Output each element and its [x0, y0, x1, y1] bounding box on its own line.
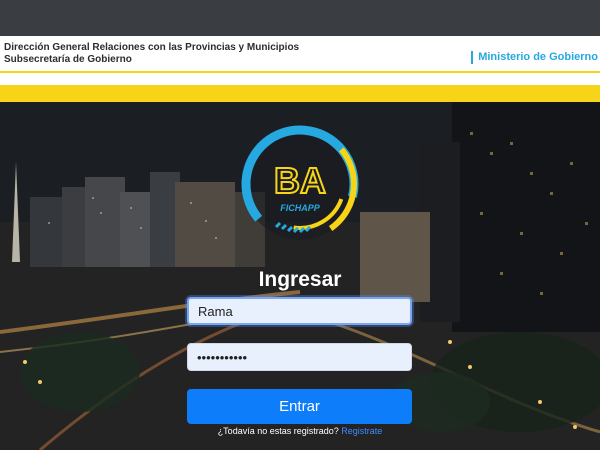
password-input[interactable] [187, 343, 412, 371]
register-prompt: ¿Todavía no estas registrado? Registrate [0, 426, 600, 436]
login-button[interactable]: Entrar [187, 389, 412, 424]
ministry-name: Ministerio de Gobierno [471, 51, 598, 64]
organization-name: Dirección General Relaciones con las Pro… [4, 42, 299, 66]
username-input[interactable] [187, 297, 412, 325]
login-title: Ingresar [258, 268, 342, 291]
site-header: Dirección General Relaciones con las Pro… [0, 36, 600, 85]
register-link[interactable]: Registrate [341, 426, 382, 436]
logo-app-name: FICHAPP [280, 203, 320, 213]
logo-letters: BA [274, 160, 326, 201]
yellow-band [0, 85, 600, 102]
organization-line-2: Subsecretaría de Gobierno [4, 54, 132, 65]
register-prompt-text: ¿Todavía no estas registrado? [217, 426, 339, 436]
fichapp-logo: BA FICHAPP [236, 123, 364, 245]
header-divider [0, 71, 600, 73]
organization-line-1: Dirección General Relaciones con las Pro… [4, 42, 300, 53]
browser-top-bar [0, 0, 600, 36]
